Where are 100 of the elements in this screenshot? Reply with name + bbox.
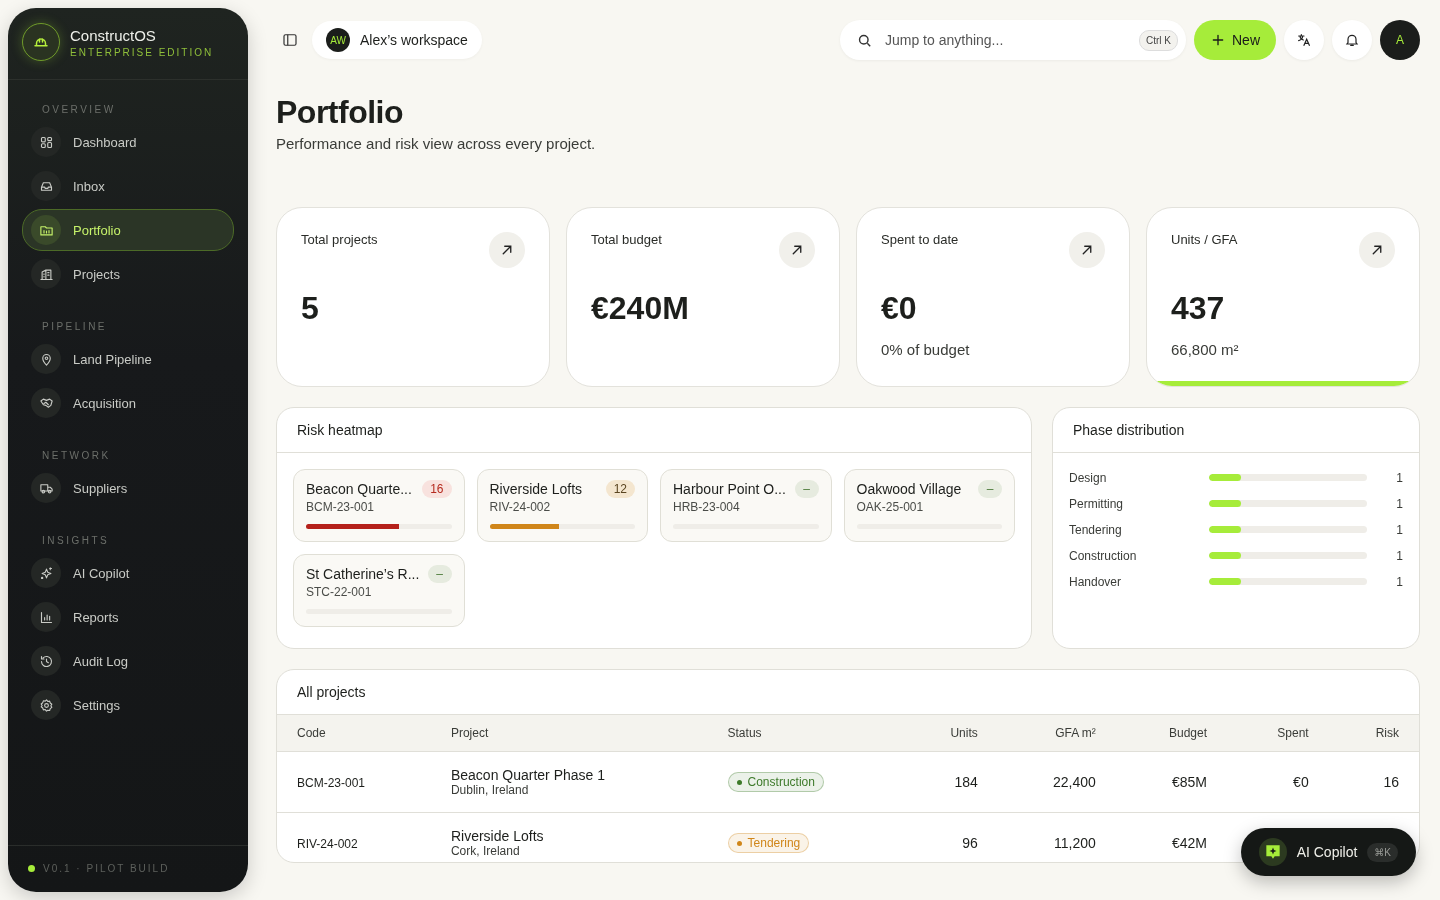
notification-bell-icon[interactable]	[1332, 20, 1372, 60]
project-code: HRB-23-004	[673, 500, 741, 514]
column-header: Spent	[1277, 726, 1309, 740]
new-button[interactable]: New	[1194, 20, 1276, 60]
table-cell: 16	[1383, 774, 1399, 790]
building-icon	[31, 259, 61, 289]
phase-label: Construction	[1069, 548, 1138, 563]
brand-edition: ENTERPRISE EDITION	[70, 46, 214, 58]
nav-section-title: PIPELINE	[41, 320, 109, 334]
workspace-avatar: AW	[326, 28, 350, 52]
phase-count: 1	[1395, 470, 1403, 485]
kpi-label: Spent to date	[881, 232, 959, 247]
column-header: GFA m²	[1055, 726, 1096, 740]
table-cell: €42M	[1172, 835, 1207, 851]
table-cell: 22,400	[1053, 774, 1096, 790]
risk-score: 12	[605, 480, 635, 498]
column-header: Status	[727, 726, 762, 740]
kpi-value: 437	[1171, 290, 1226, 327]
sidebar-item[interactable]: Suppliers	[22, 467, 234, 509]
panel-title: Phase distribution	[1073, 422, 1185, 438]
panel-title: Risk heatmap	[297, 422, 383, 438]
sidebar-item[interactable]: Land Pipeline	[22, 338, 234, 380]
risk-score: –	[978, 480, 1002, 498]
table-cell: 96	[962, 835, 978, 851]
shortcut-hint: ⌘K	[1367, 842, 1398, 862]
sidebar-item[interactable]: Projects	[22, 253, 234, 295]
project-name: Beacon Quarter Phase 1	[450, 767, 607, 783]
kpi-label: Total budget	[591, 232, 662, 247]
column-header: Project	[450, 726, 489, 740]
workspace-name: Alex’s workspace	[360, 32, 468, 48]
phase-count: 1	[1395, 496, 1403, 511]
folder-icon	[31, 215, 61, 245]
sidebar-item[interactable]: AI Copilot	[22, 552, 234, 594]
grid-icon	[31, 127, 61, 157]
map-pin-icon	[31, 344, 61, 374]
risk-card[interactable]: Riverside Lofts 12 RIV-24-002	[476, 469, 648, 542]
panel-title: All projects	[297, 684, 366, 700]
nav-section-title: OVERVIEW	[41, 103, 117, 117]
sidebar-item[interactable]: Inbox	[22, 165, 234, 207]
sidebar-item[interactable]: Reports	[22, 596, 234, 638]
table-cell: BCM-23-001	[297, 776, 366, 790]
phase-count: 1	[1395, 522, 1403, 537]
phase-count: 1	[1395, 574, 1403, 589]
risk-card[interactable]: Harbour Point O... – HRB-23-004	[660, 469, 832, 542]
sparkle-icon	[1258, 838, 1287, 866]
risk-card[interactable]: Oakwood Village – OAK-25-001	[843, 469, 1015, 542]
hard-hat-icon	[22, 23, 60, 61]
settings-icon	[31, 690, 61, 720]
sidebar-item[interactable]: Settings	[22, 684, 234, 726]
phase-count: 1	[1395, 548, 1403, 563]
kpi-note: 66,800 m²	[1171, 341, 1240, 358]
ai-copilot-button[interactable]: AI Copilot ⌘K	[1240, 828, 1416, 876]
translate-icon[interactable]	[1284, 20, 1324, 60]
phase-label: Tendering	[1069, 522, 1123, 537]
kpi-value: €240M	[591, 290, 690, 327]
bar-chart-icon	[31, 602, 61, 632]
sidebar-item[interactable]: Audit Log	[22, 640, 234, 682]
project-location: Dublin, Ireland	[450, 783, 530, 797]
phase-label: Design	[1069, 470, 1108, 485]
column-header: Risk	[1375, 726, 1399, 740]
table-cell: €85M	[1172, 774, 1207, 790]
sidebar-item[interactable]: Acquisition	[22, 382, 234, 424]
risk-score: –	[427, 565, 452, 583]
risk-score: 16	[422, 480, 452, 498]
shortcut-hint: Ctrl K	[1139, 29, 1178, 51]
kpi-value: 5	[301, 290, 320, 327]
kpi-value: €0	[881, 290, 918, 327]
project-code: BCM-23-001	[306, 500, 376, 514]
project-name: Riverside Lofts	[489, 481, 583, 497]
inbox-icon	[31, 171, 61, 201]
risk-card[interactable]: Beacon Quarte... 16 BCM-23-001	[293, 469, 465, 542]
project-location: Cork, Ireland	[450, 844, 521, 858]
page-subtitle: Performance and risk view across every project.	[276, 135, 597, 152]
handshake-icon	[31, 388, 61, 418]
project-name: Harbour Point O...	[673, 481, 786, 497]
phase-label: Handover	[1069, 574, 1123, 589]
risk-card[interactable]: St Catherine’s R... – STC-22-001	[293, 554, 465, 627]
table-cell: €0	[1293, 774, 1309, 790]
risk-score: –	[794, 480, 819, 498]
project-name: St Catherine’s R...	[306, 566, 420, 582]
project-code: OAK-25-001	[856, 500, 925, 514]
workspace-switcher[interactable]: AW Alex’s workspace	[312, 21, 482, 59]
project-code: STC-22-001	[306, 585, 373, 599]
column-header: Code	[297, 726, 326, 740]
sidebar-item[interactable]: Portfolio	[22, 209, 234, 251]
nav-section-title: NETWORK	[41, 449, 112, 463]
user-avatar[interactable]: A	[1380, 20, 1420, 60]
sidebar-item[interactable]: Dashboard	[22, 121, 234, 163]
search-input[interactable]: Jump to anything...	[883, 31, 1129, 49]
status-tag: Tendering	[727, 833, 810, 854]
kpi-label: Units / GFA	[1171, 232, 1238, 247]
brand-name: ConstructOS	[70, 26, 157, 44]
search-field[interactable]: Jump to anything... Ctrl K	[840, 20, 1186, 60]
table-cell: RIV-24-002	[297, 837, 358, 851]
project-name: Oakwood Village	[856, 481, 962, 497]
plus-icon	[1210, 32, 1226, 48]
column-header: Budget	[1168, 726, 1207, 740]
project-code: RIV-24-002	[489, 500, 552, 514]
nav-section-title: INSIGHTS	[41, 534, 111, 548]
column-header: Units	[950, 726, 978, 740]
